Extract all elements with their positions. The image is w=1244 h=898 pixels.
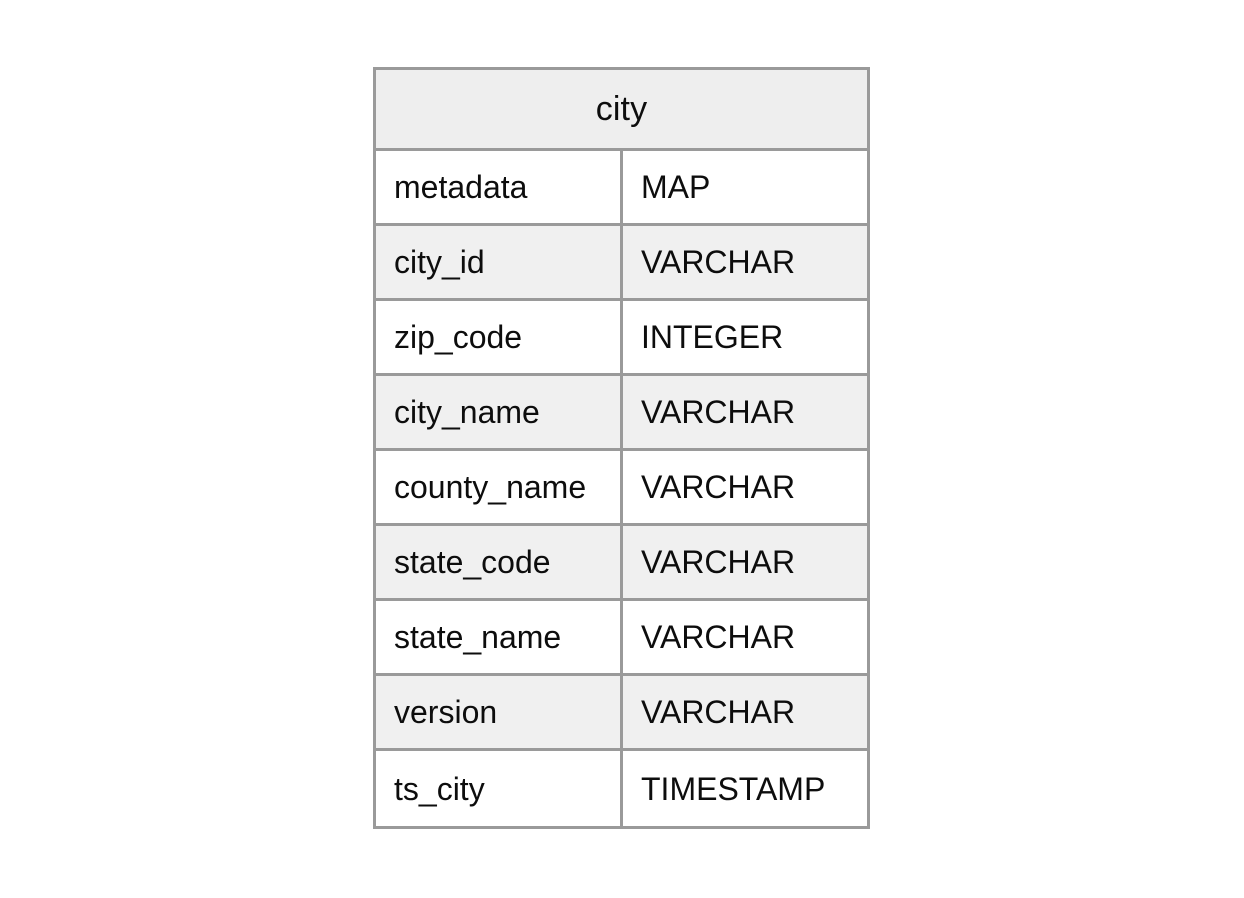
table-row: state_code VARCHAR [376, 526, 867, 601]
field-name-cell: zip_code [376, 301, 623, 373]
field-type-label: VARCHAR [641, 244, 796, 280]
field-type-cell: VARCHAR [623, 376, 867, 448]
field-type-cell: MAP [623, 151, 867, 223]
field-name-label: version [394, 694, 498, 730]
field-name-label: city_id [394, 244, 485, 280]
field-type-cell: VARCHAR [623, 601, 867, 673]
table-row: zip_code INTEGER [376, 301, 867, 376]
field-type-cell: TIMESTAMP [623, 751, 867, 826]
field-type-cell: VARCHAR [623, 451, 867, 523]
field-name-label: city_name [394, 394, 540, 430]
table-row: city_id VARCHAR [376, 226, 867, 301]
entity-table-city: city metadata MAP city_id VARCHAR zip_code IN… [373, 67, 870, 829]
table-row: version VARCHAR [376, 676, 867, 751]
entity-field-list: metadata MAP city_id VARCHAR zip_code INTEGER… [376, 151, 867, 826]
field-type-label: MAP [641, 169, 711, 205]
field-name-cell: state_code [376, 526, 623, 598]
field-name-cell: state_name [376, 601, 623, 673]
table-row: state_name VARCHAR [376, 601, 867, 676]
field-name-cell: metadata [376, 151, 623, 223]
field-name-label: zip_code [394, 319, 523, 355]
field-type-label: VARCHAR [641, 469, 796, 505]
field-type-cell: VARCHAR [623, 226, 867, 298]
field-name-label: state_code [394, 544, 551, 580]
field-name-cell: county_name [376, 451, 623, 523]
field-type-label: INTEGER [641, 319, 784, 355]
field-name-cell: version [376, 676, 623, 748]
field-name-cell: city_name [376, 376, 623, 448]
field-type-label: VARCHAR [641, 394, 796, 430]
field-type-cell: INTEGER [623, 301, 867, 373]
field-type-cell: VARCHAR [623, 676, 867, 748]
field-type-label: VARCHAR [641, 694, 796, 730]
field-type-label: VARCHAR [641, 619, 796, 655]
diagram-canvas: city metadata MAP city_id VARCHAR zip_code IN… [0, 0, 1244, 898]
entity-title: city [595, 90, 648, 128]
field-type-cell: VARCHAR [623, 526, 867, 598]
field-name-label: ts_city [394, 770, 485, 807]
entity-table-header: city [376, 70, 867, 151]
field-type-label: VARCHAR [641, 544, 796, 580]
field-name-label: county_name [394, 469, 587, 505]
field-type-label: TIMESTAMP [641, 770, 826, 807]
field-name-cell: city_id [376, 226, 623, 298]
field-name-label: metadata [394, 169, 528, 205]
table-row: city_name VARCHAR [376, 376, 867, 451]
table-row: ts_city TIMESTAMP [376, 751, 867, 826]
table-row: county_name VARCHAR [376, 451, 867, 526]
field-name-cell: ts_city [376, 751, 623, 826]
field-name-label: state_name [394, 619, 562, 655]
table-row: metadata MAP [376, 151, 867, 226]
